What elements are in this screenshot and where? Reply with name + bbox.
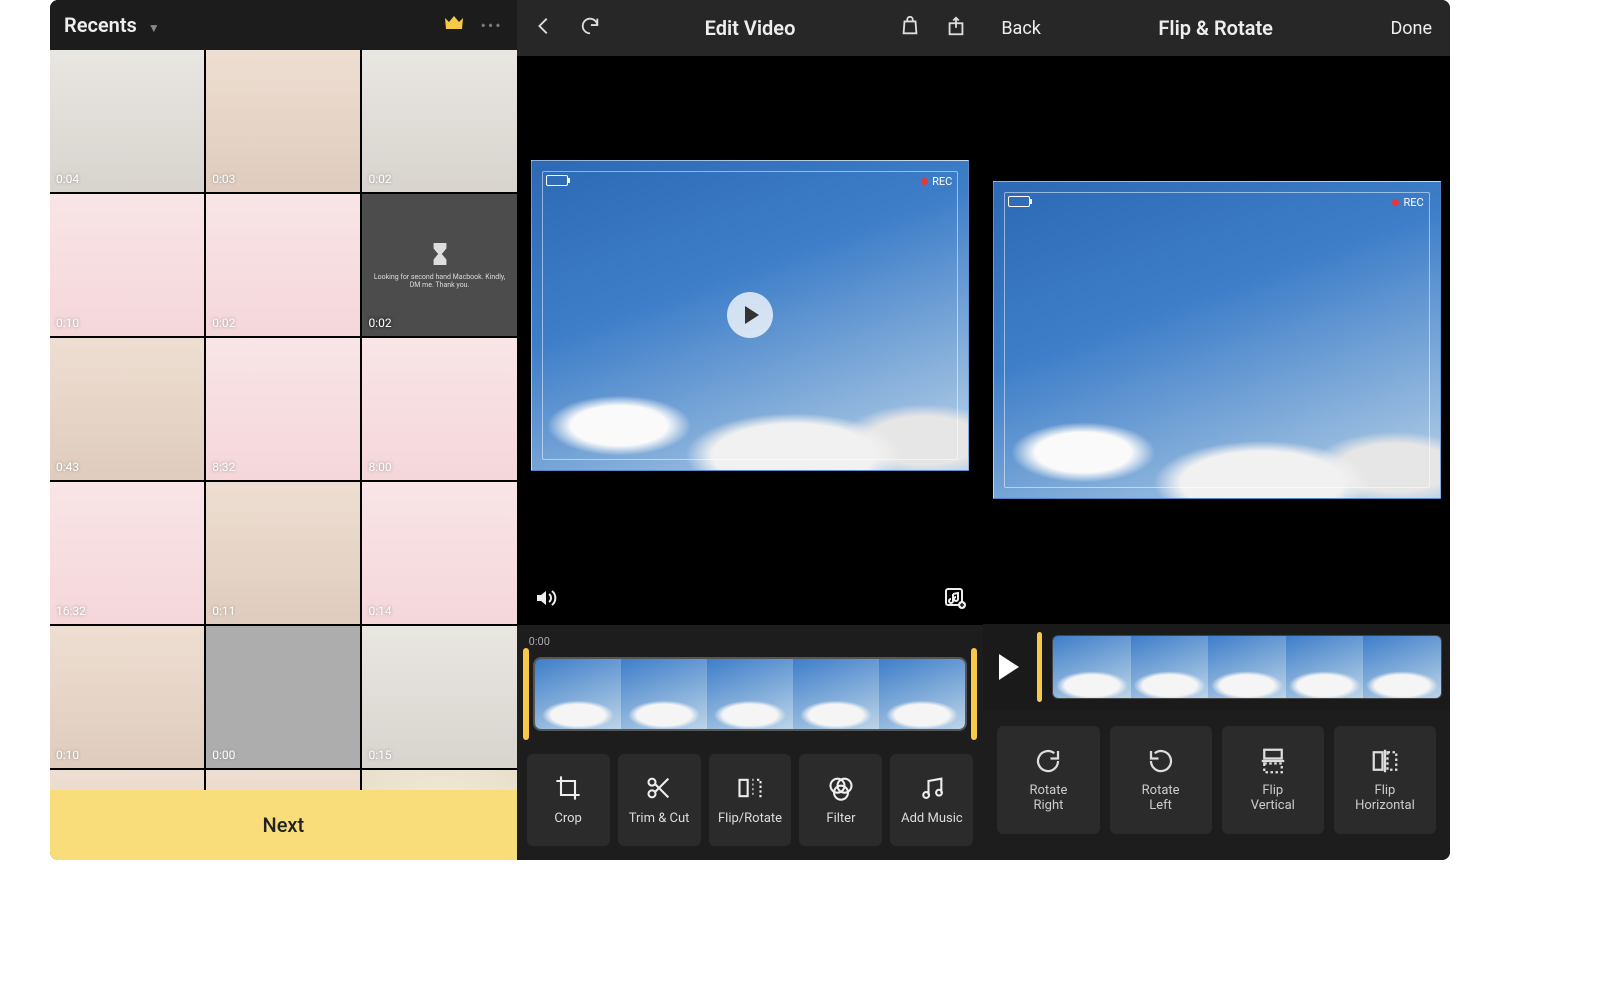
media-thumb[interactable] xyxy=(362,770,516,790)
media-thumb[interactable]: 0:10 xyxy=(50,194,204,336)
timeline-clips[interactable] xyxy=(533,657,968,731)
bag-icon[interactable] xyxy=(899,15,921,41)
premium-crown-icon[interactable] xyxy=(442,11,466,39)
media-thumb[interactable]: 0:00 xyxy=(206,626,360,768)
battery-icon xyxy=(546,175,568,186)
flip-vertical-tool[interactable]: FlipVertical xyxy=(1222,726,1324,834)
chevron-down-icon: ▼ xyxy=(148,21,160,35)
timeline-handle-right[interactable] xyxy=(971,648,977,740)
timeline-row xyxy=(983,624,1450,710)
media-thumb[interactable]: 0:15 xyxy=(362,626,516,768)
flip-rotate-panel: Back Flip & Rotate Done REC RotateRight xyxy=(983,0,1450,860)
add-music-shortcut-icon[interactable] xyxy=(943,586,967,614)
media-thumb[interactable]: 8:00 xyxy=(362,338,516,480)
flip-horizontal-icon xyxy=(1370,746,1400,776)
crop-tool[interactable]: Crop xyxy=(527,754,610,846)
media-thumb[interactable] xyxy=(50,770,204,790)
video-preview[interactable]: REC xyxy=(517,56,984,575)
viewfinder-frame xyxy=(1004,192,1430,488)
share-icon[interactable] xyxy=(945,15,967,41)
timeline-time: 0:00 xyxy=(529,635,978,648)
album-title: Recents xyxy=(64,13,137,37)
edit-video-panel: Edit Video REC 0:00 xyxy=(517,0,984,860)
rec-indicator: REC xyxy=(921,175,952,188)
done-button[interactable]: Done xyxy=(1390,18,1432,39)
media-thumb[interactable]: 0:11 xyxy=(206,482,360,624)
rotate-left-tool[interactable]: RotateLeft xyxy=(1110,726,1212,834)
flip-rotate-header: Back Flip & Rotate Done xyxy=(983,0,1450,56)
play-button[interactable] xyxy=(991,649,1027,685)
media-thumb-selected[interactable]: Looking for second hand Macbook. Kindly,… xyxy=(362,194,516,336)
rotate-right-icon xyxy=(1033,746,1063,776)
album-dropdown[interactable]: Recents ▼ xyxy=(64,13,160,37)
timeline-handle[interactable] xyxy=(1037,632,1042,702)
back-button[interactable]: Back xyxy=(1001,18,1041,39)
timeline-handle-left[interactable] xyxy=(523,648,529,740)
media-thumb[interactable]: 8:32 xyxy=(206,338,360,480)
flip-rotate-tool[interactable]: Flip/Rotate xyxy=(709,754,792,846)
battery-icon xyxy=(1008,196,1030,207)
timeline[interactable]: 0:00 xyxy=(517,625,984,740)
flip-rotate-toolbar: RotateRight RotateLeft FlipVertical Flip… xyxy=(983,710,1450,860)
music-icon xyxy=(918,774,946,802)
media-thumb[interactable]: 0:02 xyxy=(206,194,360,336)
volume-icon[interactable] xyxy=(533,586,557,614)
gallery-panel: Recents ▼ ••• 0:04 0:03 0:02 0:10 0:02 L… xyxy=(50,0,517,860)
media-thumb[interactable] xyxy=(206,770,360,790)
redo-icon[interactable] xyxy=(579,15,601,41)
flip-vertical-icon xyxy=(1258,746,1288,776)
scissors-icon xyxy=(645,774,673,802)
media-thumb[interactable]: 16:32 xyxy=(50,482,204,624)
edit-header: Edit Video xyxy=(517,0,984,56)
screen-title: Flip & Rotate xyxy=(1041,16,1391,40)
preview-controls xyxy=(517,575,984,625)
media-thumb[interactable]: 0:04 xyxy=(50,50,204,192)
next-button[interactable]: Next xyxy=(50,790,517,860)
filter-tool[interactable]: Filter xyxy=(799,754,882,846)
screen-title: Edit Video xyxy=(705,16,796,40)
flip-horizontal-tool[interactable]: FlipHorizontal xyxy=(1334,726,1436,834)
video-preview[interactable]: REC xyxy=(983,56,1450,624)
play-button[interactable] xyxy=(727,292,773,338)
rotate-right-tool[interactable]: RotateRight xyxy=(997,726,1099,834)
flip-icon xyxy=(736,774,764,802)
trim-cut-tool[interactable]: Trim & Cut xyxy=(618,754,701,846)
more-icon[interactable]: ••• xyxy=(480,16,502,35)
add-music-tool[interactable]: Add Music xyxy=(890,754,973,846)
media-thumb[interactable]: 0:43 xyxy=(50,338,204,480)
rotate-left-icon xyxy=(1146,746,1176,776)
media-thumb[interactable]: 0:02 xyxy=(362,50,516,192)
gallery-header: Recents ▼ ••• xyxy=(50,0,517,50)
timeline-clips[interactable] xyxy=(1052,635,1442,699)
rec-indicator: REC xyxy=(1392,196,1423,209)
media-grid: 0:04 0:03 0:02 0:10 0:02 Looking for sec… xyxy=(50,50,517,790)
back-icon[interactable] xyxy=(533,15,555,41)
media-thumb[interactable]: 0:14 xyxy=(362,482,516,624)
edit-toolbar: Crop Trim & Cut Flip/Rotate Filter Add M… xyxy=(517,740,984,860)
media-thumb[interactable]: 0:03 xyxy=(206,50,360,192)
media-thumb[interactable]: 0:10 xyxy=(50,626,204,768)
crop-icon xyxy=(554,774,582,802)
filter-icon xyxy=(827,774,855,802)
